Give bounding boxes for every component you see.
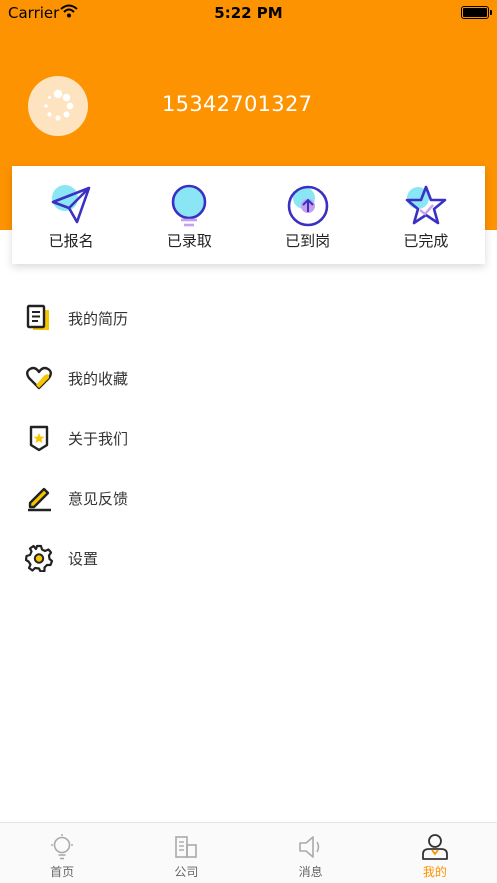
tab-home-label: 首页 [50, 865, 75, 879]
star-icon [405, 185, 447, 225]
tab-messages-label: 消息 [298, 865, 323, 879]
status-onboarded-label: 已到岗 [285, 232, 331, 250]
status-bar: Carrier 5:22 PM [0, 0, 497, 26]
resume-icon [26, 304, 49, 330]
loading-spinner-icon [44, 89, 74, 121]
application-status-card: 已报名 已录取 已到岗 已完成 [12, 166, 485, 264]
lightbulb-icon [172, 184, 207, 227]
status-admitted-label: 已录取 [166, 232, 212, 250]
person-icon [421, 834, 448, 860]
menu-item-feedback-label: 意见反馈 [68, 490, 129, 508]
menu-item-about[interactable]: 关于我们 [0, 408, 497, 468]
user-phone-number: 15342701327 [162, 92, 313, 116]
tab-home[interactable]: 首页 [0, 823, 124, 883]
status-completed[interactable]: 已完成 [367, 166, 485, 264]
menu-item-about-label: 关于我们 [68, 430, 129, 448]
bottom-tab-bar: 首页 公司 消息 我的 [0, 822, 497, 883]
status-completed-label: 已完成 [403, 232, 449, 250]
shield-star-icon [29, 425, 49, 452]
menu-item-favorites-label: 我的收藏 [68, 370, 129, 388]
building-icon [175, 836, 198, 858]
tab-mine-label: 我的 [422, 865, 447, 879]
pencil-icon [28, 487, 51, 512]
tab-company[interactable]: 公司 [124, 823, 248, 883]
tab-mine[interactable]: 我的 [373, 823, 497, 883]
status-applied-label: 已报名 [48, 232, 94, 250]
battery-icon [461, 6, 492, 19]
tab-messages[interactable]: 消息 [249, 823, 373, 883]
menu-item-favorites[interactable]: 我的收藏 [0, 348, 497, 408]
menu-item-resume[interactable]: 我的简历 [0, 288, 497, 348]
paper-plane-icon [51, 185, 91, 224]
status-onboarded[interactable]: 已到岗 [249, 166, 367, 264]
menu-item-settings[interactable]: 设置 [0, 528, 497, 588]
gear-icon [25, 544, 53, 572]
avatar[interactable] [28, 76, 88, 136]
arrow-up-circle-icon [287, 185, 328, 227]
status-admitted[interactable]: 已录取 [130, 166, 248, 264]
home-bulb-icon [51, 834, 74, 860]
profile-menu: 我的简历 我的收藏 关于我们 意见反馈 设置 [0, 288, 497, 588]
clock: 5:22 PM [214, 4, 283, 22]
speaker-icon [298, 836, 319, 858]
menu-item-resume-label: 我的简历 [68, 310, 129, 328]
tab-company-label: 公司 [174, 865, 199, 879]
heart-icon [26, 366, 52, 390]
menu-item-feedback[interactable]: 意见反馈 [0, 468, 497, 528]
status-applied[interactable]: 已报名 [12, 166, 130, 264]
menu-item-settings-label: 设置 [68, 550, 99, 568]
